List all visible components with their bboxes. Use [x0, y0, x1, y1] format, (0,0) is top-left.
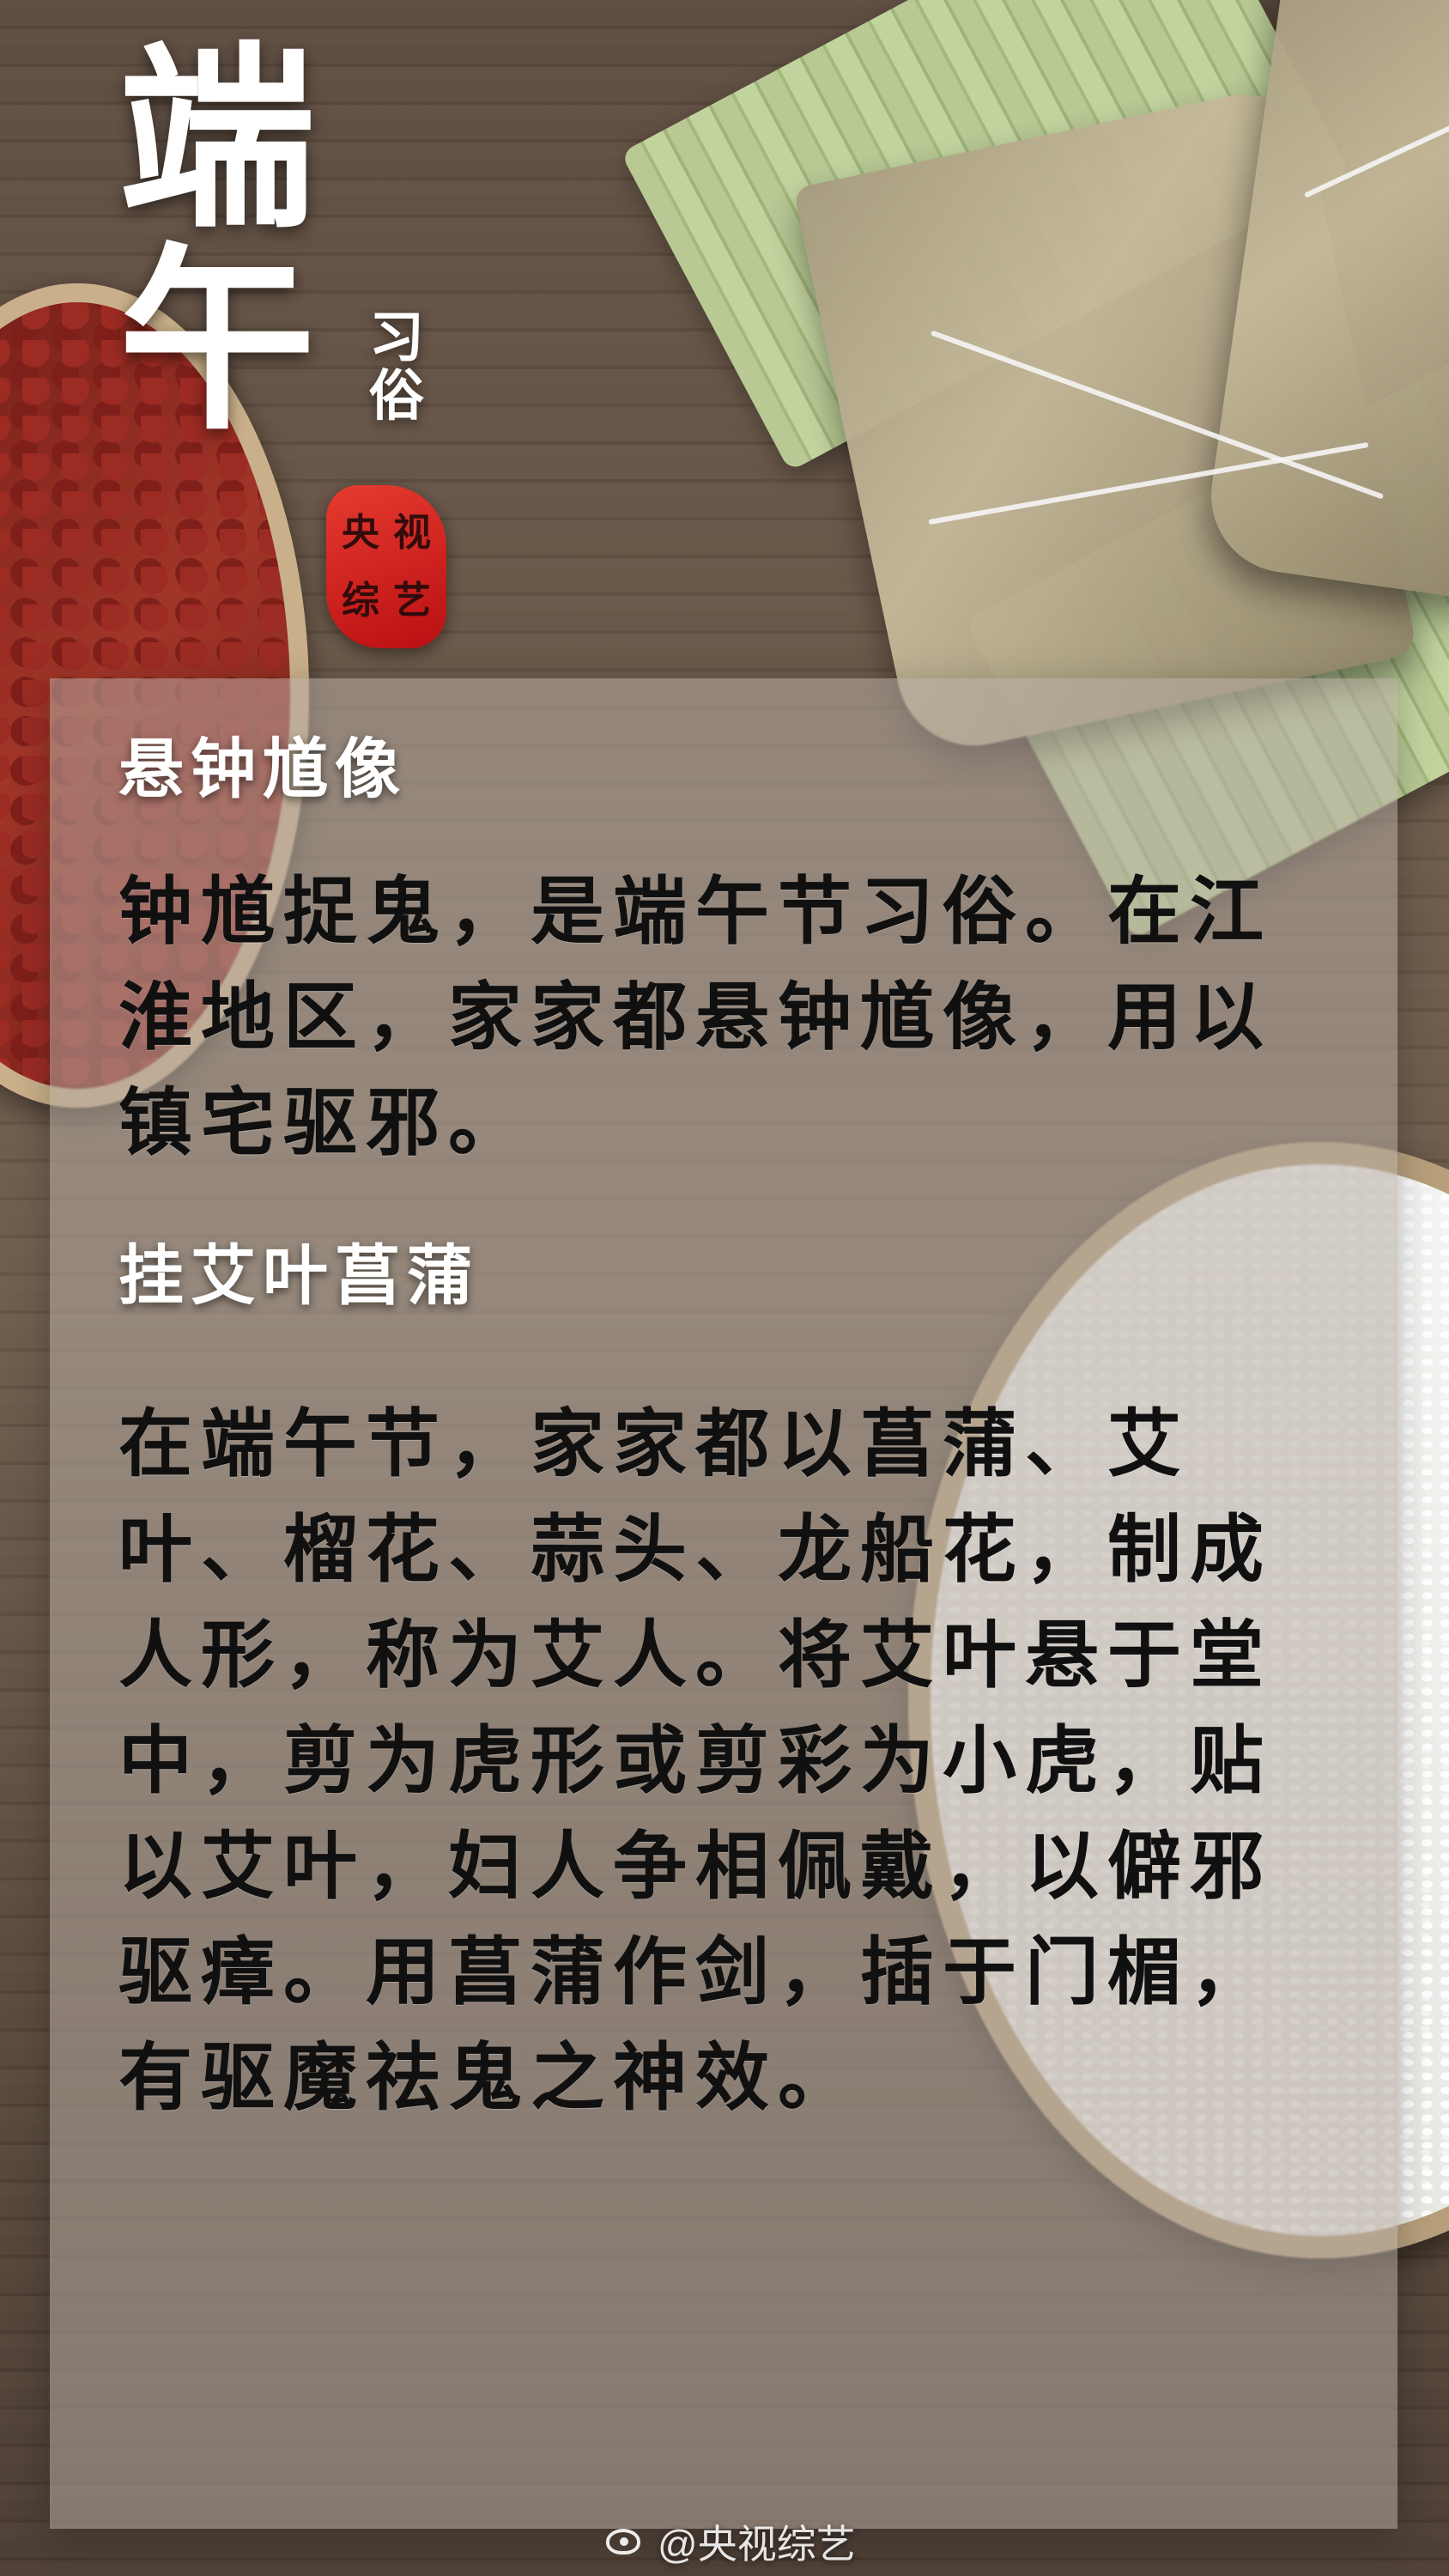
section-mugwort-calamus: 挂艾叶菖蒲 在端午节，家家都以菖蒲、艾叶、榴花、蒜头、龙船花，制成人形，称为艾人… — [118, 1236, 1329, 2131]
poster-title: 端 午 — [118, 39, 367, 441]
text-panel-content: 悬钟馗像 钟馗捉鬼，是端午节习俗。在江淮地区，家家都悬钟馗像，用以镇宅驱邪。 挂… — [118, 730, 1329, 2477]
title-char: 端 — [118, 23, 317, 255]
watermark: @央视综艺 — [601, 2516, 856, 2567]
seal-char: 央 — [342, 510, 379, 555]
section-paragraph: 在端午节，家家都以菖蒲、艾叶、榴花、蒜头、龙船花，制成人形，称为艾人。将艾叶悬于… — [118, 1400, 1272, 2122]
poster-subtitle: 习 俗 — [369, 309, 429, 426]
seal-char: 综 — [342, 578, 379, 623]
seal-icon: 央 视 综 艺 — [326, 485, 446, 648]
seal-text: 央 视 综 艺 — [335, 499, 438, 635]
section-heading: 挂艾叶菖蒲 — [118, 1237, 479, 1315]
section-heading: 悬钟馗像 — [118, 731, 407, 807]
title-char: 午 — [118, 224, 317, 457]
weibo-logo-icon — [601, 2524, 647, 2560]
seal-char: 视 — [393, 510, 431, 555]
subtitle-char: 俗 — [369, 363, 424, 428]
subtitle-char: 习 — [369, 306, 424, 370]
seal-char: 艺 — [393, 578, 431, 623]
watermark-text: @央视综艺 — [658, 2522, 856, 2567]
poster: 端 午 习 俗 央 视 综 艺 悬钟馗像 钟馗捉鬼，是端午节习俗。在江淮地区，家… — [0, 0, 1449, 2576]
section-zhong-kui: 悬钟馗像 钟馗捉鬼，是端午节习俗。在江淮地区，家家都悬钟馗像，用以镇宅驱邪。 — [118, 730, 1329, 1176]
text-panel: 悬钟馗像 钟馗捉鬼，是端午节习俗。在江淮地区，家家都悬钟馗像，用以镇宅驱邪。 挂… — [50, 678, 1397, 2529]
section-paragraph: 钟馗捉鬼，是端午节习俗。在江淮地区，家家都悬钟馗像，用以镇宅驱邪。 — [118, 868, 1272, 1167]
